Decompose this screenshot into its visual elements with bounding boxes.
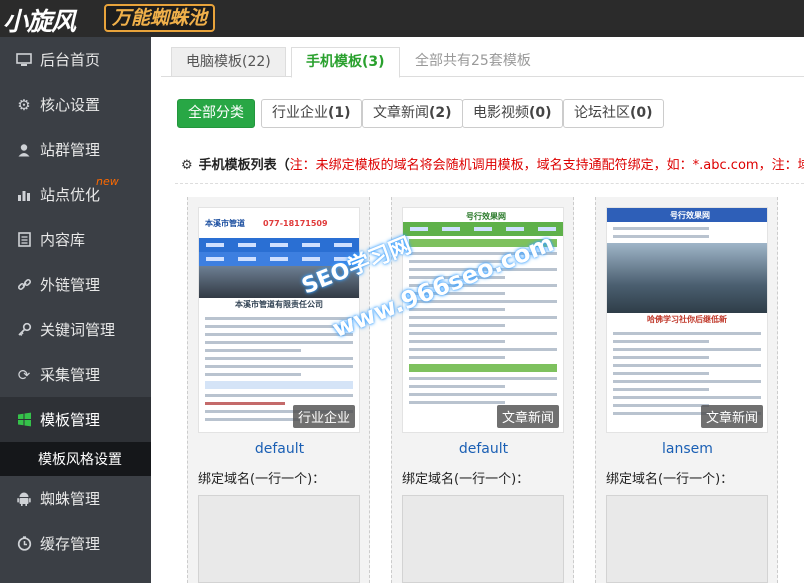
sidebar-item-label: 站点优化 — [40, 186, 101, 204]
sidebar-item-templates[interactable]: 模板管理 — [0, 397, 151, 442]
sidebar-item-site-group[interactable]: 站群管理 — [0, 127, 151, 172]
thumb-title: 本溪市管道 — [205, 218, 245, 228]
filter-forum[interactable]: 论坛社区(0) — [563, 99, 664, 128]
new-badge: new — [96, 175, 119, 188]
document-icon — [14, 230, 34, 250]
user-icon — [14, 140, 34, 160]
android-icon — [14, 489, 34, 509]
sidebar-item-label: 关键词管理 — [40, 321, 116, 339]
sidebar-item-site-optimize[interactable]: 站点优化 new — [0, 172, 151, 217]
bind-domain-textarea[interactable] — [606, 495, 768, 583]
top-header: 小旋风 万能蜘蛛池 — [0, 0, 804, 37]
sidebar-item-content-library[interactable]: 内容库 — [0, 217, 151, 262]
category-badge: 文章新闻 — [700, 405, 763, 428]
filter-all[interactable]: 全部分类 — [177, 99, 255, 128]
sidebar-item-spider[interactable]: 蜘蛛管理 — [0, 476, 151, 521]
template-total-count: 全部共有25套模板 — [415, 53, 531, 69]
category-badge: 行业企业 — [292, 405, 355, 428]
template-name[interactable]: lansem — [596, 441, 779, 457]
thumb-headline: 哈佛学习社你后继低新 — [647, 315, 727, 324]
bar-chart-icon — [14, 185, 34, 205]
refresh-icon: ⟳ — [17, 365, 31, 384]
filter-video[interactable]: 电影视频(0) — [462, 99, 563, 128]
sidebar-item-label: 核心设置 — [40, 96, 101, 114]
sidebar-item-core-settings[interactable]: ⚙ 核心设置 — [0, 82, 151, 127]
sidebar-item-label: 采集管理 — [40, 366, 101, 384]
sidebar-subitem-template-style[interactable]: 模板风格设置 — [0, 442, 151, 476]
thumb-phone: 077-18171509 — [263, 218, 328, 228]
main-content: 电脑模板(22) 手机模板(3) 全部共有25套模板 全部分类 行业企业(1) … — [151, 37, 804, 583]
gear-icon: ⚙ — [17, 95, 31, 114]
thumb-title: 号行效果网 — [466, 211, 506, 221]
divider — [175, 183, 804, 184]
bind-domain-textarea[interactable] — [402, 495, 564, 583]
gear-icon: ⚙ — [181, 158, 193, 173]
sidebar-item-label: 缓存管理 — [40, 535, 101, 553]
sidebar-item-label: 内容库 — [40, 231, 86, 249]
list-note: 注：未绑定模板的域名将会随机调用模板，域名支持通配符绑定，如：*.abc.com… — [289, 158, 804, 173]
template-tabs: 电脑模板(22) 手机模板(3) 全部共有25套模板 — [161, 47, 804, 78]
filter-news[interactable]: 文章新闻(2) — [362, 99, 463, 128]
sidebar-item-keywords[interactable]: 关键词管理 — [0, 307, 151, 352]
monitor-icon — [14, 50, 34, 70]
logo-sub: 万能蜘蛛池 — [104, 4, 216, 32]
list-title: 手机模板列表（ — [198, 158, 290, 173]
bind-domain-label: 绑定域名(一行一个)： — [606, 472, 734, 487]
template-name[interactable]: default — [188, 441, 371, 457]
sidebar-item-label: 外链管理 — [40, 276, 101, 294]
key-icon — [14, 320, 34, 340]
sidebar-item-label: 站群管理 — [40, 141, 101, 159]
windows-icon — [14, 410, 34, 430]
thumb-banner — [607, 243, 767, 313]
thumb-section: 本溪市管道有限责任公司 — [235, 300, 323, 309]
filter-industry[interactable]: 行业企业(1) — [261, 99, 362, 128]
sidebar-item-label: 模板管理 — [40, 411, 101, 429]
sidebar-item-label: 后台首页 — [40, 51, 101, 69]
sidebar: 后台首页 ⚙ 核心设置 站群管理 站点优化 new 内容库 外链管理 关键词管理 — [0, 37, 151, 583]
bind-domain-label: 绑定域名(一行一个)： — [402, 472, 530, 487]
category-badge: 文章新闻 — [496, 405, 559, 428]
bind-domain-label: 绑定域名(一行一个)： — [198, 472, 326, 487]
sidebar-item-home[interactable]: 后台首页 — [0, 37, 151, 82]
thumb-nav — [199, 238, 359, 252]
sidebar-item-external-links[interactable]: 外链管理 — [0, 262, 151, 307]
clock-icon — [14, 534, 34, 554]
tab-mobile-templates[interactable]: 手机模板(3) — [291, 47, 400, 78]
sidebar-item-cache[interactable]: 缓存管理 — [0, 521, 151, 566]
template-card: 号行效果网 哈佛学习社你后继低新 文章新闻 lansem 绑定域名(一行一个)： — [595, 197, 778, 583]
sidebar-item-label: 蜘蛛管理 — [40, 490, 101, 508]
template-name[interactable]: default — [392, 441, 575, 457]
logo-main: 小旋风 — [3, 7, 76, 36]
tab-pc-templates[interactable]: 电脑模板(22) — [171, 47, 286, 77]
template-preview-image[interactable]: 号行效果网 哈佛学习社你后继低新 文章新闻 — [606, 207, 768, 433]
bind-domain-textarea[interactable] — [198, 495, 360, 583]
sidebar-item-collection[interactable]: ⟳ 采集管理 — [0, 352, 151, 397]
template-list-heading: ⚙ 手机模板列表（注：未绑定模板的域名将会随机调用模板，域名支持通配符绑定，如：*… — [181, 154, 804, 174]
thumb-title: 号行效果网 — [607, 208, 767, 222]
link-icon — [14, 275, 34, 295]
